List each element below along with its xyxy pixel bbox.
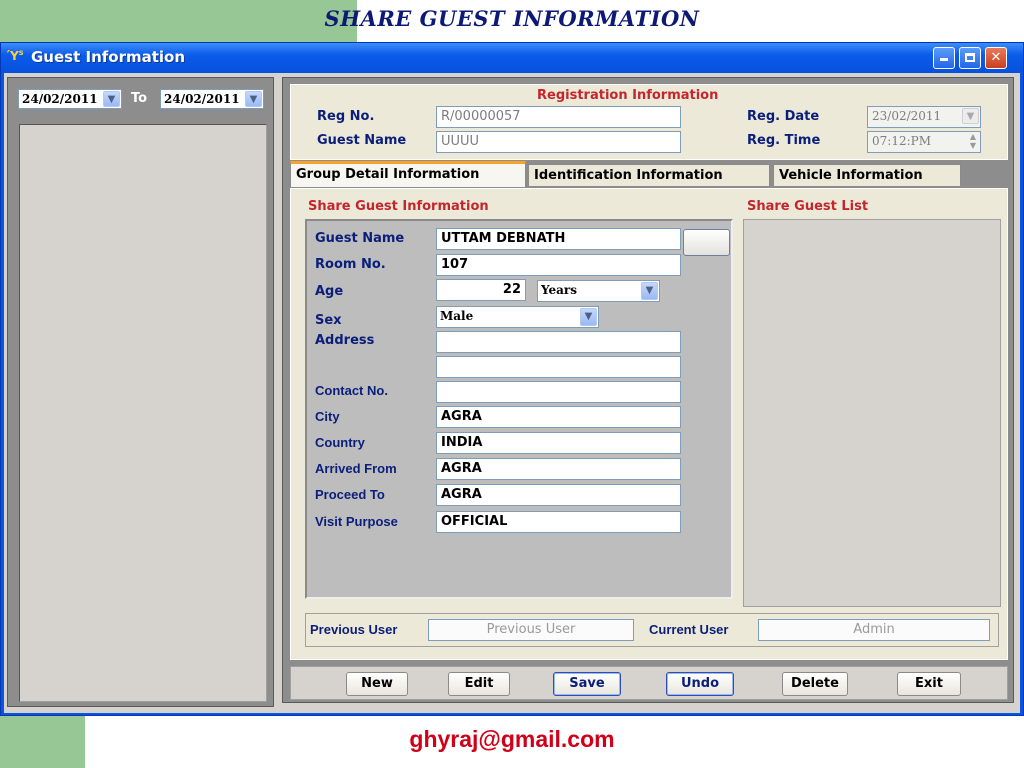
chevron-down-icon: ▼ [962, 108, 979, 124]
chevron-down-icon[interactable]: ▼ [641, 282, 658, 300]
visit-purpose-label: Visit Purpose [315, 514, 398, 529]
address-line2-field[interactable] [436, 356, 681, 378]
guest-name-label: Guest Name [317, 133, 407, 148]
share-guest-list[interactable] [743, 219, 1001, 607]
window-client-area: 24/02/2011 ▼ To 24/02/2011 ▼ Registratio… [4, 73, 1020, 713]
guest-information-window: Ύs Guest Information ✕ 24/02/2011 ▼ To 2… [0, 42, 1024, 716]
right-panel: Registration Information Reg No. R/00000… [282, 77, 1014, 703]
share-guest-info-heading: Share Guest Information [308, 199, 489, 214]
age-unit-value: Years [541, 283, 578, 297]
visit-purpose-field[interactable]: OFFICIAL [436, 511, 681, 533]
guest-list[interactable] [19, 124, 267, 702]
window-title: Guest Information [31, 48, 186, 66]
reg-time-value: 07:12:PM [872, 134, 931, 148]
registration-box: Registration Information Reg No. R/00000… [290, 84, 1008, 160]
city-label: City [315, 409, 340, 424]
sex-value: Male [440, 309, 474, 323]
registration-heading: Registration Information [537, 88, 719, 103]
previous-user-field[interactable]: Previous User [428, 619, 634, 641]
guest-name-field[interactable]: UTTAM DEBNATH [436, 228, 681, 250]
reg-no-field[interactable]: R/00000057 [436, 106, 681, 128]
spinner-icon: ▲ ▼ [969, 132, 976, 150]
age-field[interactable]: 22 [436, 279, 526, 301]
arrived-from-label: Arrived From [315, 461, 397, 476]
reg-time-label: Reg. Time [747, 133, 821, 148]
address-line1-field[interactable] [436, 331, 681, 353]
exit-button[interactable]: Exit [897, 672, 961, 696]
slide-title: SHARE GUEST INFORMATION [324, 6, 700, 31]
new-button[interactable]: New [346, 672, 408, 696]
age-label: Age [315, 284, 344, 299]
lookup-button[interactable] [683, 229, 730, 256]
current-user-label: Current User [649, 622, 729, 637]
reg-date-label: Reg. Date [747, 109, 820, 124]
minimize-button[interactable] [933, 47, 955, 69]
share-guest-list-heading: Share Guest List [747, 199, 869, 214]
close-button[interactable]: ✕ [985, 47, 1007, 69]
contact-no-field[interactable] [436, 381, 681, 403]
button-bar: New Edit Save Undo Delete Exit [290, 666, 1008, 700]
chevron-down-icon[interactable]: ▼ [580, 308, 597, 326]
tab-content: Share Guest Information Share Guest List… [290, 188, 1008, 660]
city-field[interactable]: AGRA [436, 406, 681, 428]
previous-user-label: Previous User [310, 622, 398, 637]
proceed-to-field[interactable]: AGRA [436, 484, 681, 506]
reg-date-picker[interactable]: 23/02/2011 ▼ [867, 106, 981, 128]
minimize-icon [940, 58, 948, 61]
address-label: Address [315, 333, 375, 348]
undo-button[interactable]: Undo [666, 672, 734, 696]
country-field[interactable]: INDIA [436, 432, 681, 454]
from-date-value: 24/02/2011 [22, 92, 98, 106]
maximize-icon [965, 53, 975, 62]
reg-date-value: 23/02/2011 [872, 109, 942, 123]
to-date-value: 24/02/2011 [164, 92, 240, 106]
chevron-down-icon[interactable]: ▼ [245, 91, 262, 107]
age-unit-select[interactable]: Years ▼ [537, 280, 660, 302]
sex-select[interactable]: Male ▼ [436, 306, 599, 328]
reg-time-picker[interactable]: 07:12:PM ▲ ▼ [867, 131, 981, 153]
tab-group-detail[interactable]: Group Detail Information [290, 161, 526, 187]
tab-vehicle[interactable]: Vehicle Information [773, 164, 961, 186]
left-panel: 24/02/2011 ▼ To 24/02/2011 ▼ [7, 77, 274, 707]
share-guest-form: Guest Name UTTAM DEBNATH Room No. 107 Ag… [305, 219, 733, 599]
contact-no-label: Contact No. [315, 383, 388, 398]
title-bar[interactable]: Ύs Guest Information ✕ [1, 43, 1023, 73]
tab-strip: Group Detail Information Identification … [290, 161, 1008, 188]
from-date-picker[interactable]: 24/02/2011 ▼ [18, 89, 122, 109]
app-icon: Ύs [7, 48, 24, 63]
reg-guest-name-field[interactable]: UUUU [436, 131, 681, 153]
current-user-field[interactable]: Admin [758, 619, 990, 641]
arrived-from-field[interactable]: AGRA [436, 458, 681, 480]
proceed-to-label: Proceed To [315, 487, 385, 502]
sex-label: Sex [315, 313, 342, 328]
chevron-down-icon[interactable]: ▼ [103, 91, 120, 107]
edit-button[interactable]: Edit [448, 672, 510, 696]
close-icon: ✕ [990, 50, 1002, 65]
to-date-picker[interactable]: 24/02/2011 ▼ [160, 89, 264, 109]
guest-name-label: Guest Name [315, 231, 405, 246]
user-bar: Previous User Previous User Current User… [305, 613, 999, 647]
save-button[interactable]: Save [553, 672, 621, 696]
maximize-button[interactable] [959, 47, 981, 69]
to-label: To [131, 91, 148, 106]
reg-no-label: Reg No. [317, 109, 375, 124]
tab-identification[interactable]: Identification Information [528, 164, 770, 186]
room-no-field[interactable]: 107 [436, 254, 681, 276]
country-label: Country [315, 435, 365, 450]
room-no-label: Room No. [315, 257, 386, 272]
footer-email: ghyraj@gmail.com [409, 726, 615, 752]
delete-button[interactable]: Delete [782, 672, 848, 696]
